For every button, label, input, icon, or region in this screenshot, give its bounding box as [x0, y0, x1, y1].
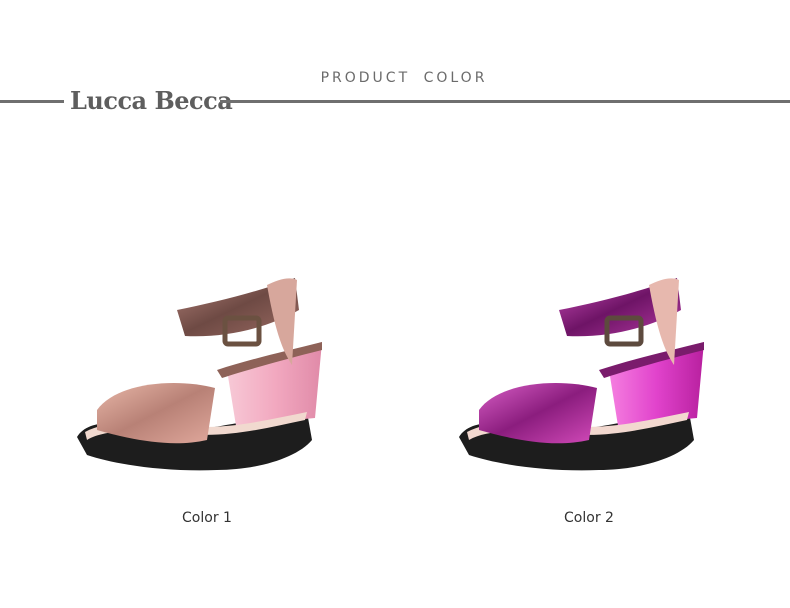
product-card-color-2[interactable]: Color 2: [459, 270, 719, 540]
sandal-image-color-1: [77, 278, 322, 471]
sandal-image-color-2: [459, 278, 704, 471]
caption-color-1: Color 1: [182, 510, 232, 526]
header: Lucca Becca PRODUCT COLOR: [0, 0, 790, 130]
product-card-color-1[interactable]: Color 1: [77, 270, 337, 540]
caption-color-2: Color 2: [564, 510, 614, 526]
divider-right: [220, 100, 790, 103]
brand-logo: Lucca Becca: [70, 86, 233, 115]
section-title: PRODUCT COLOR: [320, 70, 488, 86]
divider-left: [0, 100, 64, 103]
